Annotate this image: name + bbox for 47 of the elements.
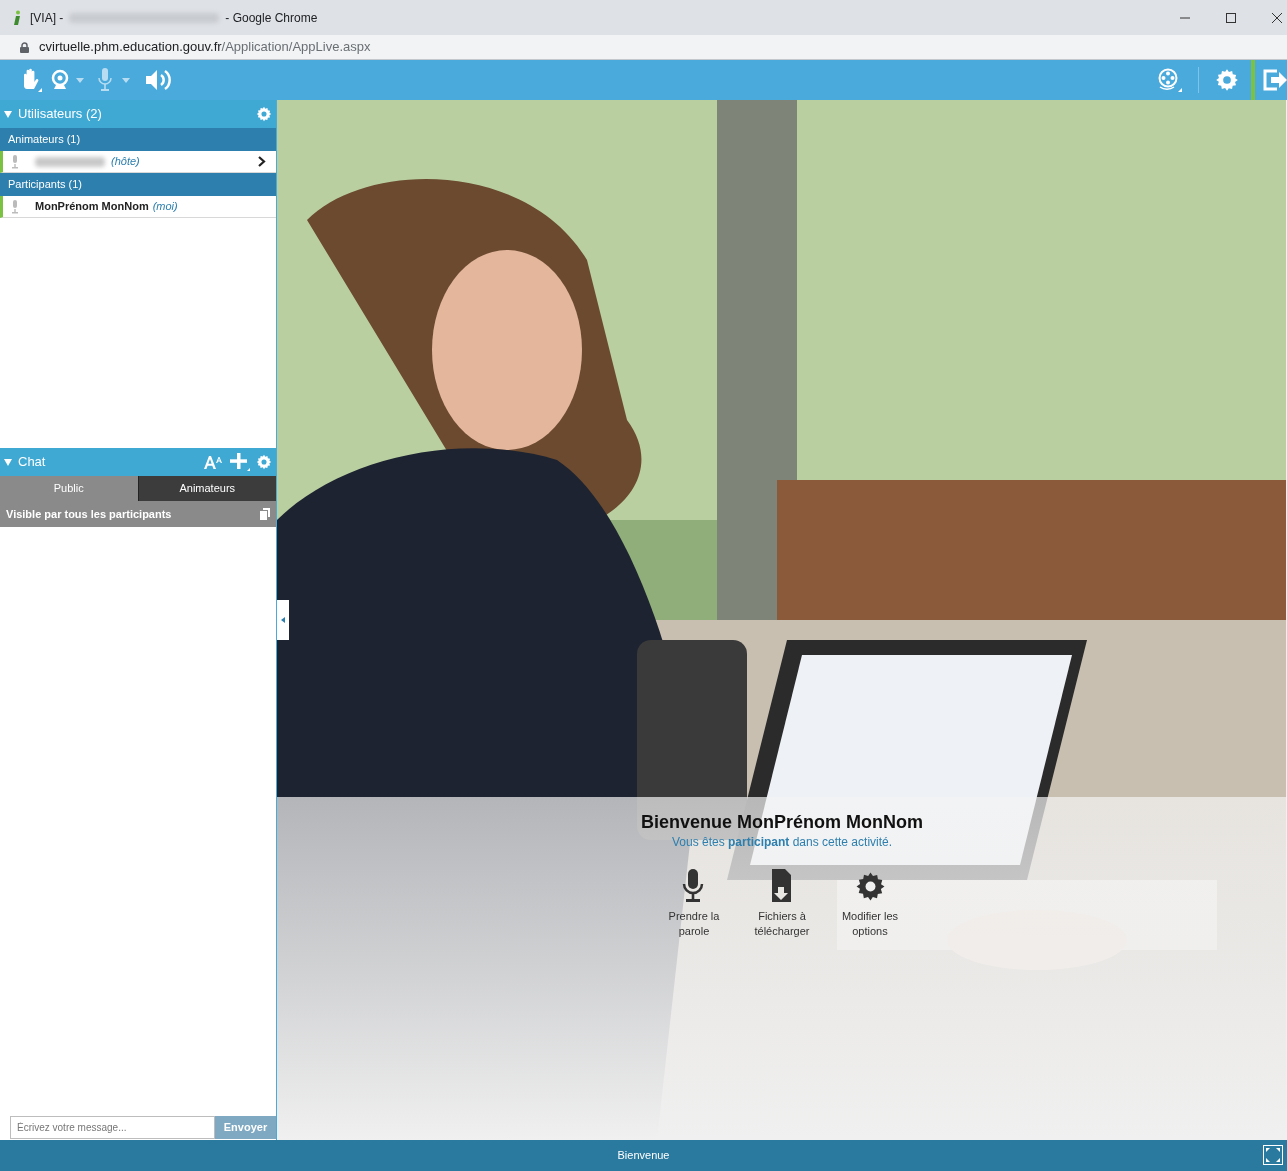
settings-icon[interactable] bbox=[1215, 68, 1239, 92]
message-field[interactable]: Écrivez votre message... bbox=[10, 1116, 215, 1139]
status-text: Bienvenue bbox=[617, 1148, 670, 1164]
webcam-icon[interactable] bbox=[50, 69, 70, 91]
copy-icon[interactable] bbox=[260, 508, 270, 520]
action-button[interactable]: Fichiers à télécharger bbox=[746, 869, 818, 939]
panel-title: Utilisateurs (2) bbox=[18, 105, 103, 124]
welcome-subtitle: Vous êtes participant dans cette activité. bbox=[671, 834, 893, 851]
settings-icon[interactable] bbox=[256, 454, 272, 470]
user-role: (hôte) bbox=[111, 154, 140, 170]
group-title: Animateurs (1) bbox=[8, 132, 81, 148]
welcome-title: Bienvenue MonPrénom MonNom bbox=[641, 811, 923, 833]
add-icon[interactable] bbox=[230, 453, 250, 471]
exit-icon[interactable] bbox=[1263, 69, 1287, 91]
app-logo-icon bbox=[12, 9, 22, 26]
maximize-icon[interactable] bbox=[1226, 12, 1236, 23]
collapse-tab[interactable] bbox=[277, 600, 289, 640]
chat-tab[interactable]: Animateurs bbox=[137, 476, 276, 501]
font-size-icon[interactable] bbox=[204, 455, 222, 469]
window-title: - Google Chrome bbox=[225, 9, 318, 27]
action-button[interactable]: Prendre la parole bbox=[658, 869, 730, 939]
microphone-icon bbox=[11, 154, 19, 169]
channel-info: Visible par tous les participants bbox=[6, 506, 173, 522]
expanded-arrow-icon[interactable] bbox=[4, 458, 12, 466]
lock-icon bbox=[20, 41, 29, 53]
action-button[interactable]: Modifier les options bbox=[834, 869, 906, 939]
window-title: [VIA] - bbox=[30, 9, 64, 27]
film-reel-icon[interactable] bbox=[1158, 68, 1182, 92]
user-name: MonPrénom MonNom bbox=[35, 199, 149, 215]
blurred-text bbox=[35, 156, 105, 167]
user-row[interactable]: MonPrénom MonNom (moi) bbox=[0, 196, 276, 218]
caret-icon[interactable] bbox=[122, 77, 130, 83]
user-row[interactable]: (hôte) bbox=[0, 151, 276, 173]
fullscreen-icon bbox=[1266, 1148, 1280, 1162]
chevron-right-icon[interactable] bbox=[258, 156, 266, 167]
caret-left-icon bbox=[281, 617, 285, 623]
group-title: Participants (1) bbox=[8, 177, 82, 193]
panel-title: Chat bbox=[18, 453, 47, 472]
user-role: (moi) bbox=[152, 199, 178, 215]
microphone-icon[interactable] bbox=[98, 68, 112, 92]
expanded-arrow-icon[interactable] bbox=[4, 110, 12, 118]
close-icon[interactable] bbox=[1272, 12, 1282, 23]
caret-icon[interactable] bbox=[76, 77, 84, 83]
speaker-icon[interactable] bbox=[146, 69, 172, 91]
fullscreen-button[interactable] bbox=[1263, 1145, 1283, 1165]
microphone-icon bbox=[11, 199, 19, 214]
settings-icon[interactable] bbox=[256, 106, 272, 122]
